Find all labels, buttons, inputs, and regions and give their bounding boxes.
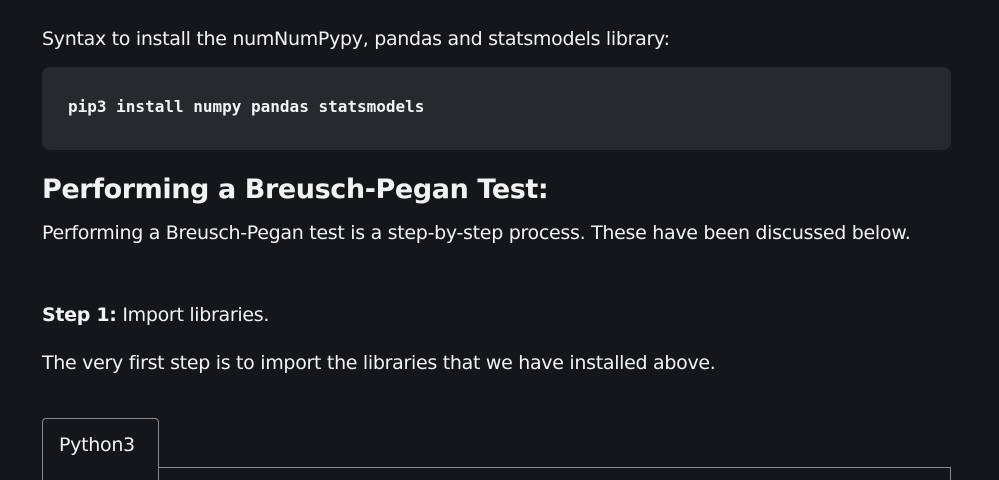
install-command[interactable]: pip3 install numpy pandas statsmodels xyxy=(68,95,424,119)
code-block: pip3 install numpy pandas statsmodels xyxy=(42,67,951,150)
intro-text: Syntax to install the numNumPypy, pandas… xyxy=(42,28,670,50)
tab-bar-divider xyxy=(158,467,951,468)
code-panel-border xyxy=(950,467,951,480)
section-paragraph: Performing a Breusch-Pegan test is a ste… xyxy=(42,222,911,244)
step-text: Import libraries. xyxy=(116,304,270,326)
step-description: The very first step is to import the lib… xyxy=(42,352,716,374)
section-heading: Performing a Breusch-Pegan Test: xyxy=(42,174,549,205)
article-content: Syntax to install the numNumPypy, pandas… xyxy=(0,0,999,480)
tab-python3[interactable]: Python3 xyxy=(42,418,159,480)
step-1: Step 1: Import libraries. xyxy=(42,299,269,331)
tab-label: Python3 xyxy=(59,434,135,456)
step-label: Step 1: xyxy=(42,304,117,326)
